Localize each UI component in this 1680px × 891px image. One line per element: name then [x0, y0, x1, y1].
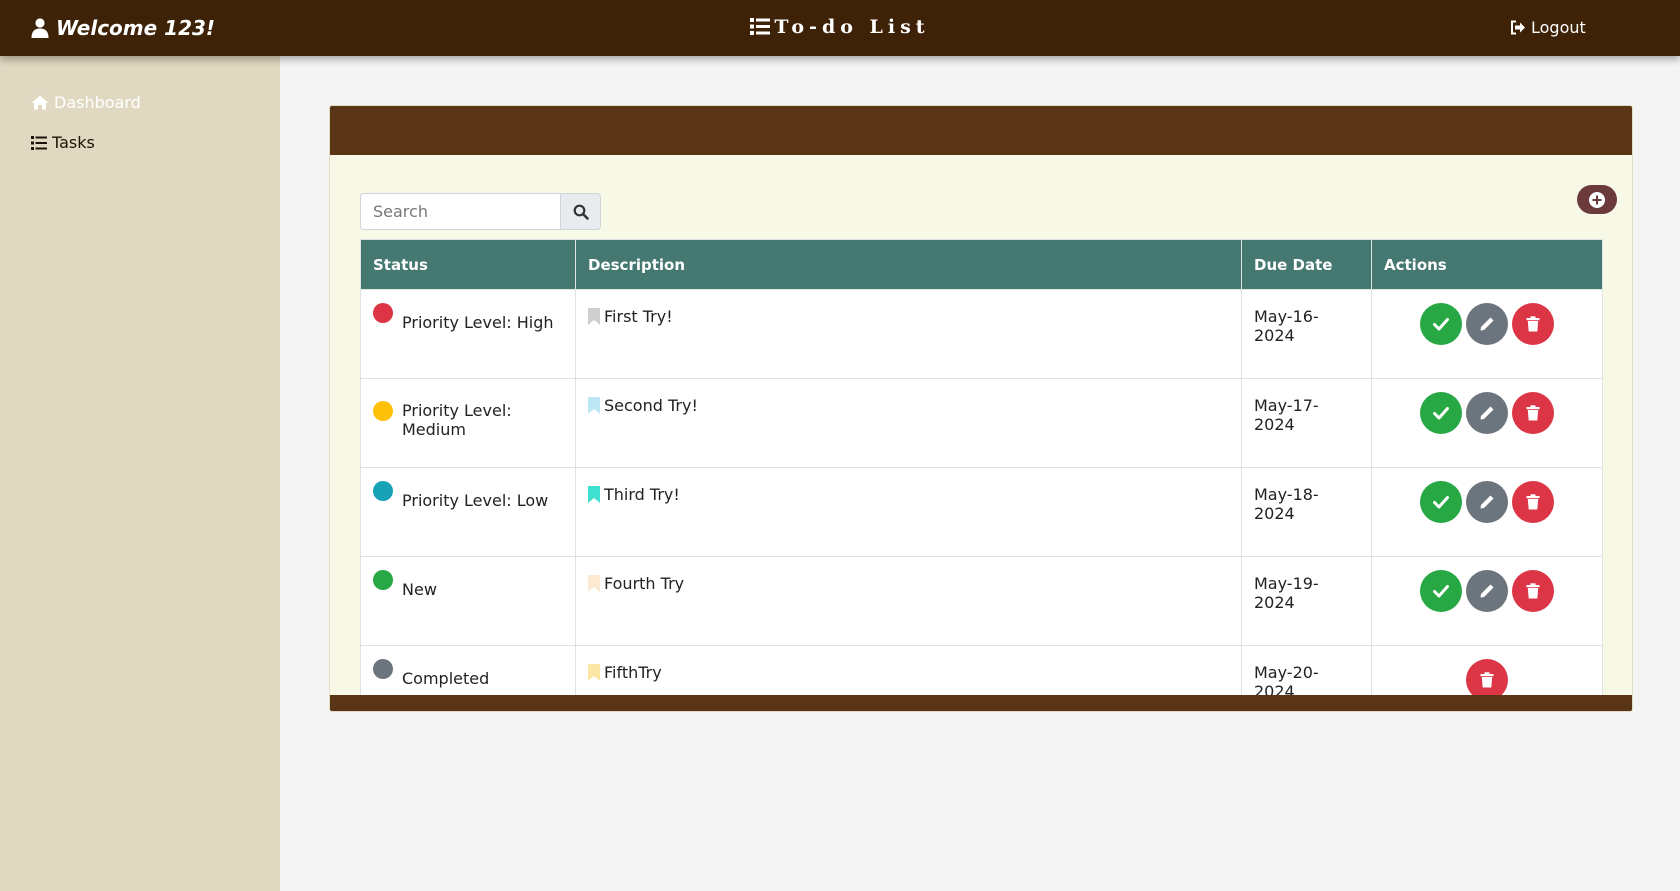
status-label: Priority Level: High	[402, 312, 554, 332]
bookmark-icon	[588, 397, 600, 414]
column-header-due-date: Due Date	[1241, 239, 1372, 290]
bookmark-icon	[588, 575, 600, 592]
column-header-status: Status	[360, 239, 576, 290]
delete-task-button[interactable]	[1512, 481, 1554, 523]
pencil-icon	[1480, 406, 1494, 420]
status-dot-icon	[373, 481, 393, 501]
list-icon	[750, 18, 771, 35]
sign-out-icon	[1511, 20, 1525, 35]
sidebar: Dashboard Tasks	[0, 56, 280, 891]
bookmark-icon	[588, 486, 600, 503]
bookmark-icon	[588, 308, 600, 325]
status-cell: Priority Level: Low	[360, 467, 576, 557]
actions-cell	[1371, 556, 1603, 646]
sidebar-item-label: Tasks	[52, 133, 95, 152]
description-cell: First Try!	[575, 289, 1242, 379]
pencil-icon	[1480, 317, 1494, 331]
table-row: Priority Level: Low Third Try! May-18-20…	[360, 467, 1603, 557]
due-date-cell: May-16-2024	[1241, 289, 1372, 379]
trash-icon	[1526, 583, 1540, 599]
pencil-icon	[1480, 495, 1494, 509]
edit-task-button[interactable]	[1466, 303, 1508, 345]
status-label: Priority Level: Medium	[402, 401, 512, 439]
edit-task-button[interactable]	[1466, 481, 1508, 523]
top-navbar: Welcome 123! To-do List Logout	[0, 0, 1680, 56]
status-label: Priority Level: Low	[402, 490, 549, 510]
actions-cell	[1371, 467, 1603, 557]
due-date-cell: May-17-2024	[1241, 378, 1372, 468]
description-cell: Third Try!	[575, 467, 1242, 557]
delete-task-button[interactable]	[1512, 392, 1554, 434]
task-description: Third Try!	[604, 485, 680, 504]
tasks-table: Status Description Due Date Actions Prio…	[360, 239, 1603, 711]
status-cell: Priority Level: High	[360, 289, 576, 379]
delete-task-button[interactable]	[1512, 303, 1554, 345]
sidebar-item-dashboard[interactable]: Dashboard	[31, 93, 141, 112]
tasks-card: Status Description Due Date Actions Prio…	[329, 105, 1633, 712]
check-icon	[1433, 407, 1449, 420]
check-icon	[1433, 318, 1449, 331]
status-label: Completed	[402, 668, 490, 688]
search-group	[360, 193, 601, 230]
search-icon	[573, 204, 589, 220]
complete-task-button[interactable]	[1420, 570, 1462, 612]
trash-icon	[1526, 405, 1540, 421]
edit-task-button[interactable]	[1466, 570, 1508, 612]
logout-link[interactable]: Logout	[1465, 18, 1680, 37]
status-label: New	[402, 579, 437, 599]
task-description: Second Try!	[604, 396, 698, 415]
search-button[interactable]	[560, 193, 601, 230]
trash-icon	[1526, 316, 1540, 332]
add-task-button[interactable]	[1577, 185, 1617, 214]
task-description: FifthTry	[604, 663, 662, 682]
due-date-cell: May-18-2024	[1241, 467, 1372, 557]
complete-task-button[interactable]	[1420, 392, 1462, 434]
table-row: Priority Level: Medium Second Try! May-1…	[360, 378, 1603, 468]
sidebar-item-tasks[interactable]: Tasks	[31, 133, 95, 152]
table-row: Priority Level: High First Try! May-16-2…	[360, 289, 1603, 379]
status-cell: Priority Level: Medium	[360, 378, 576, 468]
check-icon	[1433, 496, 1449, 509]
status-dot-icon	[373, 659, 393, 679]
task-description: First Try!	[604, 307, 673, 326]
column-header-description: Description	[575, 239, 1242, 290]
table-row: New Fourth Try May-19-2024	[360, 556, 1603, 646]
trash-icon	[1480, 672, 1494, 688]
complete-task-button[interactable]	[1420, 303, 1462, 345]
card-header	[330, 106, 1632, 155]
task-description: Fourth Try	[604, 574, 685, 593]
app-title: To-do List	[0, 16, 1680, 38]
status-dot-icon	[373, 570, 393, 590]
column-header-actions: Actions	[1371, 239, 1603, 290]
check-icon	[1433, 585, 1449, 598]
list-icon	[31, 135, 47, 150]
status-dot-icon	[373, 303, 393, 323]
table-header-row: Status Description Due Date Actions	[360, 239, 1603, 290]
home-icon	[31, 95, 49, 110]
logout-label: Logout	[1531, 18, 1586, 37]
app-title-text: To-do List	[774, 16, 930, 38]
card-footer	[330, 695, 1632, 711]
status-cell: New	[360, 556, 576, 646]
edit-task-button[interactable]	[1466, 392, 1508, 434]
bookmark-icon	[588, 664, 600, 681]
description-cell: Second Try!	[575, 378, 1242, 468]
pencil-icon	[1480, 584, 1494, 598]
actions-cell	[1371, 378, 1603, 468]
description-cell: Fourth Try	[575, 556, 1242, 646]
due-date-cell: May-19-2024	[1241, 556, 1372, 646]
delete-task-button[interactable]	[1512, 570, 1554, 612]
search-input[interactable]	[360, 193, 560, 230]
status-dot-icon	[373, 401, 393, 421]
sidebar-item-label: Dashboard	[54, 93, 141, 112]
complete-task-button[interactable]	[1420, 481, 1462, 523]
plus-icon	[1589, 191, 1605, 208]
actions-cell	[1371, 289, 1603, 379]
trash-icon	[1526, 494, 1540, 510]
